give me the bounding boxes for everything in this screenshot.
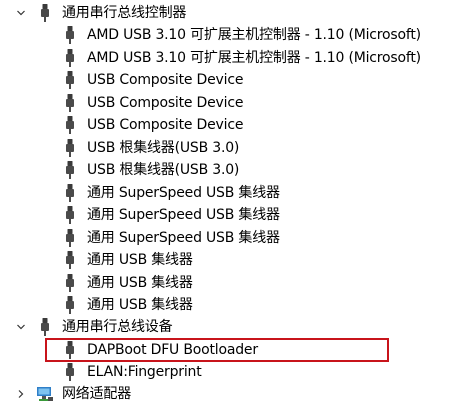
usb-plug-icon [63,228,77,248]
tree-item[interactable]: 通用 USB 集线器 [0,249,475,271]
chevron-down-icon[interactable] [15,321,27,333]
usb-plug-icon [63,93,77,113]
tree-item-selected[interactable]: DAPBoot DFU Bootloader [0,339,475,361]
tree-item-label: USB Composite Device [87,72,244,88]
tree-item[interactable]: USB 根集线器(USB 3.0) [0,137,475,159]
tree-item-label: USB 根集线器(USB 3.0) [87,162,240,178]
usb-plug-icon [63,250,77,270]
tree-item-label: 通用 SuperSpeed USB 集线器 [87,207,280,223]
tree-item[interactable]: USB 根集线器(USB 3.0) [0,159,475,181]
usb-plug-icon [38,3,52,23]
tree-category-label: 通用串行总线控制器 [62,5,187,21]
tree-item[interactable]: 通用 USB 集线器 [0,294,475,316]
tree-category-network-adapters[interactable]: 网络适配器 [0,383,475,405]
usb-plug-icon [63,295,77,315]
tree-item[interactable]: AMD USB 3.10 可扩展主机控制器 - 1.10 (Microsoft) [0,47,475,69]
tree-item-label: AMD USB 3.10 可扩展主机控制器 - 1.10 (Microsoft) [87,27,421,43]
usb-plug-icon [63,138,77,158]
tree-item-label: AMD USB 3.10 可扩展主机控制器 - 1.10 (Microsoft) [87,50,421,66]
tree-item-label: ELAN:Fingerprint [87,364,202,380]
tree-item[interactable]: USB Composite Device [0,92,475,114]
usb-plug-icon [63,115,77,135]
usb-plug-icon [63,273,77,293]
tree-item[interactable]: 通用 SuperSpeed USB 集线器 [0,227,475,249]
tree-item[interactable]: USB Composite Device [0,69,475,91]
usb-plug-icon [63,340,77,360]
network-adapter-icon [36,384,54,404]
usb-plug-icon [63,362,77,382]
tree-item-label: 通用 USB 集线器 [87,252,193,268]
tree-item[interactable]: 通用 SuperSpeed USB 集线器 [0,204,475,226]
tree-category-usb-controllers[interactable]: 通用串行总线控制器 [0,2,475,24]
usb-plug-icon [38,317,52,337]
tree-item-label: 通用 USB 集线器 [87,297,193,313]
usb-plug-icon [63,70,77,90]
tree-item-label: USB 根集线器(USB 3.0) [87,140,240,156]
chevron-right-icon[interactable] [15,388,27,400]
usb-plug-icon [63,160,77,180]
tree-category-usb-devices[interactable]: 通用串行总线设备 [0,316,475,338]
tree-item-label: DAPBoot DFU Bootloader [87,342,258,358]
tree-item[interactable]: AMD USB 3.10 可扩展主机控制器 - 1.10 (Microsoft) [0,24,475,46]
tree-category-label: 网络适配器 [62,386,131,402]
tree-item[interactable]: 通用 USB 集线器 [0,272,475,294]
usb-plug-icon [63,25,77,45]
tree-item-label: USB Composite Device [87,95,244,111]
chevron-down-icon[interactable] [15,7,27,19]
tree-item-label: 通用 SuperSpeed USB 集线器 [87,230,280,246]
device-manager-tree: 通用串行总线控制器 AMD USB 3.10 可扩展主机控制器 - 1.10 (… [0,0,475,405]
tree-item[interactable]: 通用 SuperSpeed USB 集线器 [0,182,475,204]
usb-plug-icon [63,205,77,225]
tree-item[interactable]: ELAN:Fingerprint [0,361,475,383]
tree-item-label: 通用 SuperSpeed USB 集线器 [87,185,280,201]
tree-item-label: 通用 USB 集线器 [87,275,193,291]
tree-item-label: USB Composite Device [87,117,244,133]
usb-plug-icon [63,183,77,203]
tree-item[interactable]: USB Composite Device [0,114,475,136]
tree-category-label: 通用串行总线设备 [62,319,173,335]
usb-plug-icon [63,48,77,68]
